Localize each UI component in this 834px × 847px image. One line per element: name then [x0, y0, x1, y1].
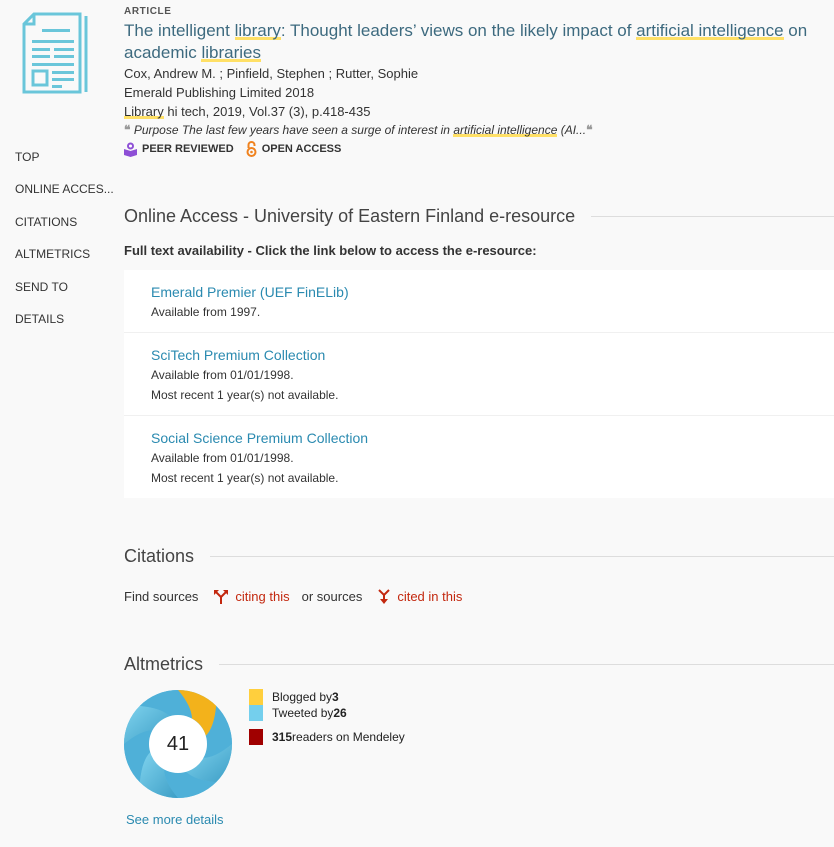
nav-altmetrics[interactable]: ALTMETRICS	[15, 243, 120, 275]
service-embargo: Most recent 1 year(s) not available.	[151, 388, 339, 402]
snippet-text-before: Purpose The last few years have seen a s…	[133, 123, 454, 137]
nav-send-to[interactable]: SEND TO	[15, 276, 120, 308]
open-access-badge: OPEN ACCESS	[246, 141, 342, 157]
blog-swatch	[249, 689, 263, 705]
open-quote-icon: ❝	[124, 123, 131, 137]
nav-details[interactable]: DETAILS	[15, 308, 120, 340]
find-sources-label: Find sources	[124, 589, 199, 604]
mendeley-count: 315	[272, 730, 293, 744]
snippet-text-after: (AI...	[557, 123, 587, 137]
tweet-swatch	[249, 705, 263, 721]
nav-online-access[interactable]: ONLINE ACCES...	[15, 178, 120, 210]
blogged-count: 3	[332, 690, 339, 704]
legend-mendeley: 315 readers on Mendeley	[249, 729, 405, 745]
section-divider	[219, 664, 834, 665]
record-authors: Cox, Andrew M. ; Pinfield, Stephen ; Rut…	[124, 66, 419, 81]
section-divider	[591, 216, 834, 217]
peer-reviewed-badge: PEER REVIEWED	[124, 142, 234, 157]
service-link[interactable]: SciTech Premium Collection	[151, 345, 807, 365]
nav-top[interactable]: TOP	[15, 146, 120, 178]
article-type-icon	[22, 12, 88, 94]
title-text: The intelligent	[124, 21, 235, 40]
title-highlight: libraries	[201, 43, 262, 62]
blogged-prefix: Blogged by	[272, 690, 333, 704]
record-publisher: Emerald Publishing Limited 2018	[124, 85, 315, 100]
title-highlight: artificial intelligence	[636, 21, 784, 40]
or-sources-label: or sources	[301, 589, 363, 604]
service-coverage: Available from 1997.	[151, 305, 261, 319]
mendeley-swatch	[249, 729, 263, 745]
service-coverage: Available from 01/01/1998.	[151, 368, 294, 382]
service-embargo: Most recent 1 year(s) not available.	[151, 471, 339, 485]
peer-reviewed-label: PEER REVIEWED	[142, 143, 234, 155]
legend-tweeted: Tweeted by 26	[249, 705, 405, 721]
source-rest: hi tech, 2019, Vol.37 (3), p.418-435	[163, 104, 371, 119]
service-item: Emerald Premier (UEF FinELib) Available …	[124, 270, 834, 333]
snippet-highlight: artificial intelligence	[453, 123, 558, 137]
fulltext-availability-label: Full text availability - Click the link …	[124, 243, 537, 258]
record-title-link[interactable]: The intelligent library: Thought leaders…	[124, 20, 829, 64]
citing-this-label: citing this	[235, 589, 290, 604]
title-text: : Thought leaders’ views on the likely i…	[280, 21, 637, 40]
service-list: Emerald Premier (UEF FinELib) Available …	[124, 270, 834, 498]
citations-header: Citations	[124, 546, 834, 567]
cited-in-this-link[interactable]: cited in this	[377, 589, 462, 604]
resource-type-label: ARTICLE	[124, 6, 172, 17]
service-coverage: Available from 01/01/1998.	[151, 451, 294, 465]
citations-heading: Citations	[124, 546, 195, 566]
section-nav: TOP ONLINE ACCES... CITATIONS ALTMETRICS…	[15, 146, 120, 340]
online-access-heading: Online Access - University of Eastern Fi…	[124, 206, 576, 226]
altmetrics-header: Altmetrics	[124, 654, 834, 675]
record-header: ARTICLE The intelligent library: Thought…	[124, 6, 829, 157]
source-highlight: Library	[124, 104, 164, 119]
title-highlight: library	[234, 21, 281, 40]
open-access-icon	[246, 141, 257, 157]
open-access-label: OPEN ACCESS	[261, 143, 342, 155]
nav-citations[interactable]: CITATIONS	[15, 211, 120, 243]
see-more-details-link[interactable]: See more details	[126, 812, 224, 827]
altmetric-donut[interactable]: 41	[123, 689, 233, 799]
service-item: Social Science Premium Collection Availa…	[124, 416, 834, 498]
mendeley-suffix: readers on Mendeley	[292, 730, 405, 744]
service-item: SciTech Premium Collection Available fro…	[124, 333, 834, 416]
section-divider	[210, 556, 834, 557]
altmetrics-heading: Altmetrics	[124, 654, 204, 674]
service-link[interactable]: Social Science Premium Collection	[151, 428, 807, 448]
citing-this-icon	[214, 590, 229, 604]
record-source: Library hi tech, 2019, Vol.37 (3), p.418…	[124, 102, 829, 121]
altmetric-score: 41	[166, 733, 190, 755]
record-badges: PEER REVIEWED OPEN ACCESS	[124, 141, 829, 157]
cited-in-this-icon	[378, 589, 391, 604]
record-snippet: ❝ Purpose The last few years have seen a…	[124, 121, 829, 139]
close-quote-icon: ❝	[586, 123, 593, 137]
cited-in-this-label: cited in this	[397, 589, 463, 604]
peer-reviewed-icon	[124, 142, 137, 157]
online-access-header: Online Access - University of Eastern Fi…	[124, 206, 834, 227]
tweeted-count: 26	[333, 706, 347, 720]
legend-blogged: Blogged by 3	[249, 689, 405, 705]
service-link[interactable]: Emerald Premier (UEF FinELib)	[151, 282, 807, 302]
citations-row: Find sources citing this or sources cite…	[124, 589, 462, 604]
citing-this-link[interactable]: citing this	[213, 589, 290, 604]
tweeted-prefix: Tweeted by	[272, 706, 334, 720]
altmetric-legend: Blogged by 3 Tweeted by 26 315 readers o…	[249, 689, 405, 745]
